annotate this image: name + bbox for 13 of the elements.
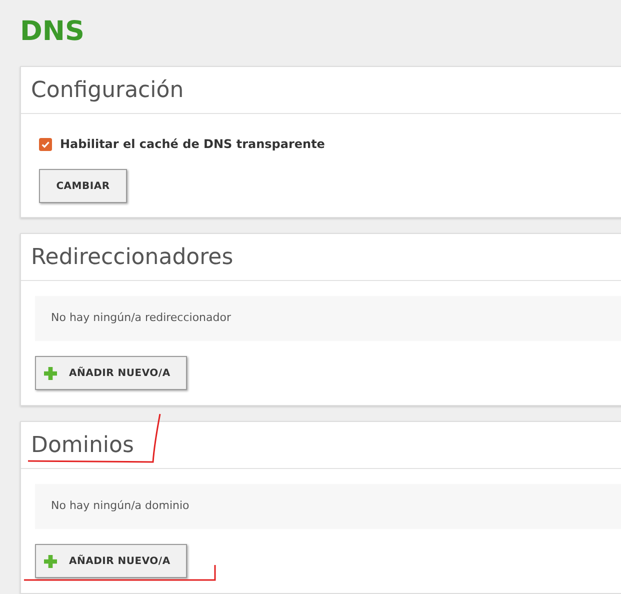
section-title: Dominios: [31, 432, 134, 460]
empty-message: No hay ningún/a dominio: [35, 484, 621, 529]
change-button[interactable]: CAMBIAR: [39, 169, 127, 203]
section-title: Configuración: [31, 76, 184, 104]
checkbox[interactable]: [39, 138, 52, 150]
add-new-button[interactable]: AÑADIR NUEVO/A: [35, 544, 187, 578]
page-title: DNS: [20, 15, 86, 49]
checkbox-label: Habilitar el caché de DNS transparente: [60, 136, 325, 153]
empty-message: No hay ningún/a redireccionador: [35, 296, 621, 341]
add-new-button[interactable]: AÑADIR NUEVO/A: [35, 356, 187, 390]
plus-icon: [44, 554, 57, 568]
plus-icon: [44, 366, 57, 380]
section-title: Redireccionadores: [31, 244, 234, 272]
